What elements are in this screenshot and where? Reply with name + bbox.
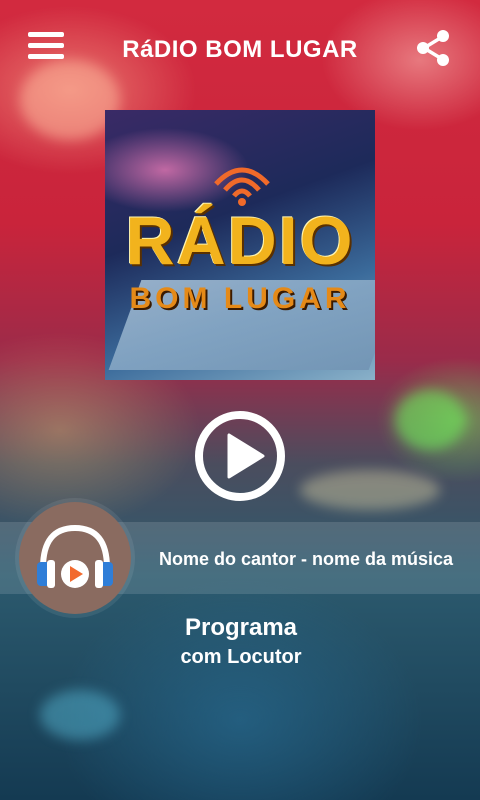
radio-waves-icon xyxy=(214,167,270,206)
headphones-play-icon xyxy=(37,524,113,588)
share-icon xyxy=(417,30,449,66)
app-bar: RáDIO BOM LUGAR xyxy=(0,0,480,100)
program-title: Programa xyxy=(184,614,298,641)
bokeh-light xyxy=(40,690,120,740)
program-host: com Locutor xyxy=(180,646,302,668)
bokeh-light xyxy=(395,390,465,450)
app-title: RáDIO BOM LUGAR xyxy=(122,36,358,63)
share-button[interactable] xyxy=(414,28,454,68)
program-avatar xyxy=(19,502,131,614)
play-button[interactable] xyxy=(193,409,287,503)
station-cover-art: RÁDIO BOM LUGAR xyxy=(105,110,375,380)
bokeh-light xyxy=(300,470,440,510)
play-circle-icon xyxy=(195,411,285,501)
cover-subtitle: BOM LUGAR xyxy=(129,282,351,315)
cover-title: RÁDIO xyxy=(125,203,355,279)
track-info: Nome do cantor - nome da música xyxy=(159,549,454,569)
